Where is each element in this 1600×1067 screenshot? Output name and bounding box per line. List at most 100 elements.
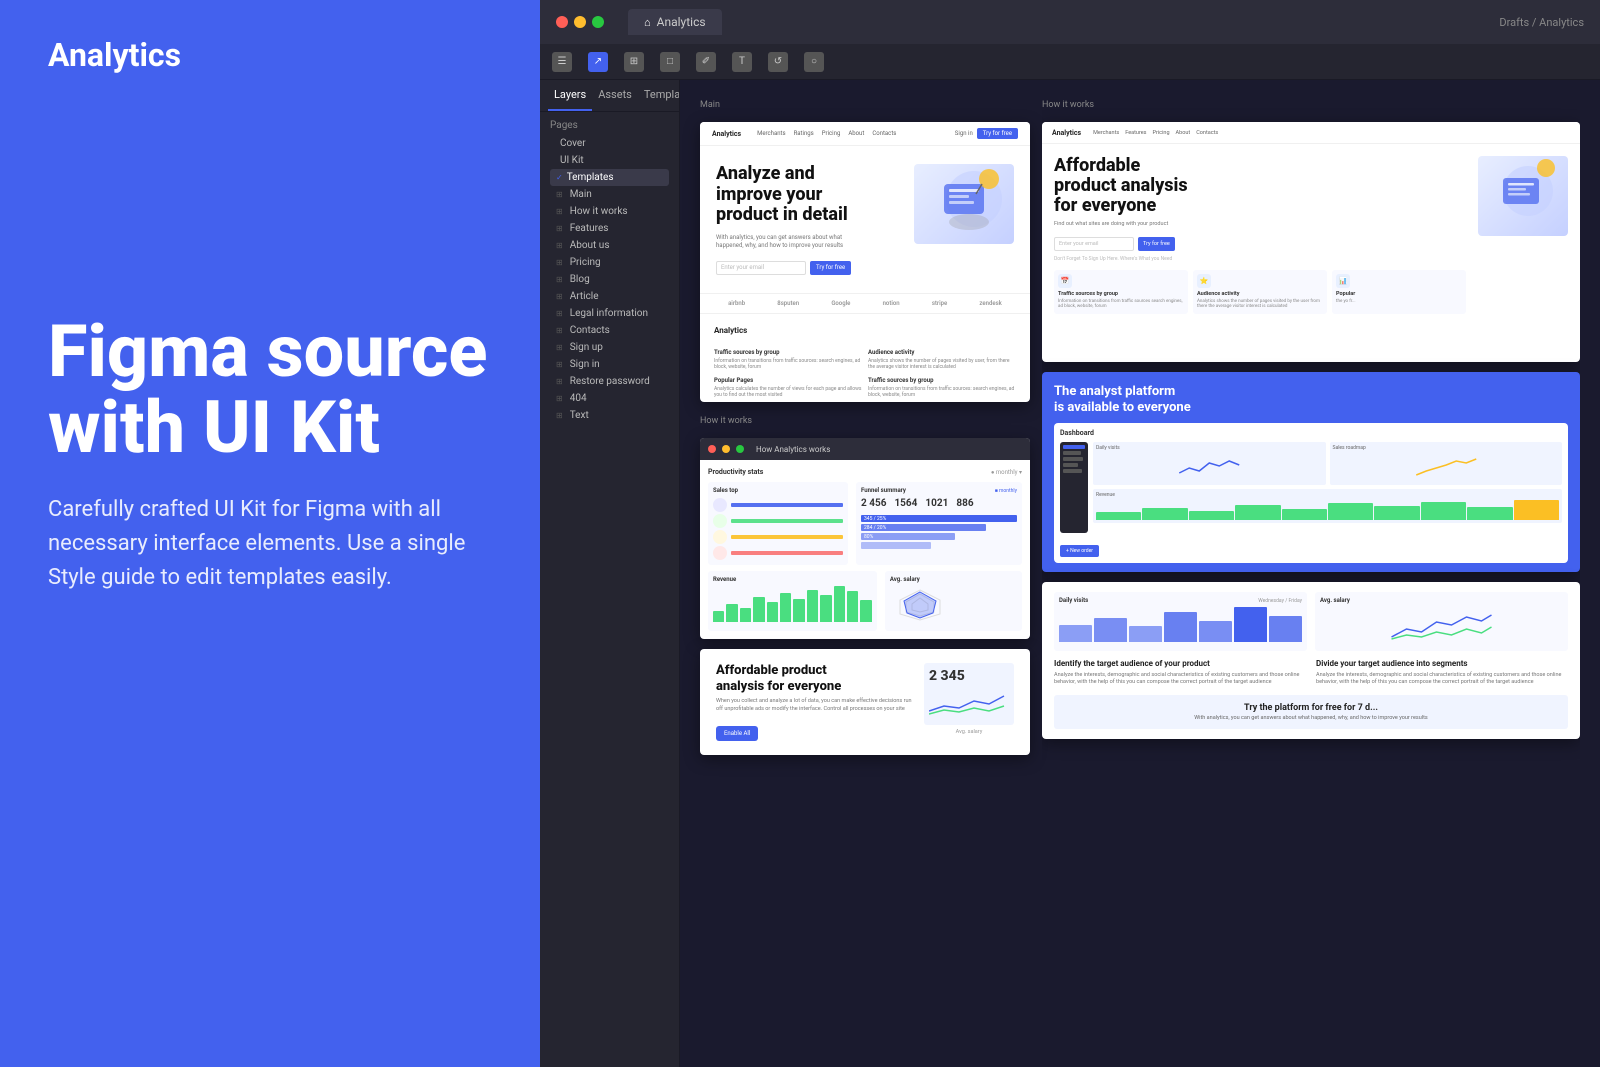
divide-segments-title: Divide your target audience into segment… xyxy=(1316,659,1568,669)
select-icon[interactable]: ↗ xyxy=(588,52,608,72)
tab-layers[interactable]: Layers xyxy=(548,80,592,111)
sidebar-item-signin[interactable]: ⊞Sign in xyxy=(550,356,669,373)
daily-visits-chart xyxy=(1096,453,1323,478)
sub-text: Carefully crafted UI Kit for Figma with … xyxy=(48,493,488,595)
minimize-dot[interactable] xyxy=(574,16,586,28)
sidebar-item-contacts[interactable]: ⊞Contacts xyxy=(550,322,669,339)
card1-title: Traffic sources by group xyxy=(1058,291,1184,297)
text-icon[interactable]: T xyxy=(732,52,752,72)
affordable-desc: When you collect and analyze a lot of da… xyxy=(716,698,914,713)
card2-title: Audience activity xyxy=(1197,291,1323,297)
figma-tab[interactable]: ⌂ Analytics xyxy=(628,9,722,35)
pages-section: Pages Cover UI Kit Templates ⊞Main ⊞How … xyxy=(540,112,679,428)
hero-text: Analyze andimprove yourproduct in detail… xyxy=(716,164,914,275)
daily-visits-range: Wednesday / Friday xyxy=(1258,598,1302,604)
mockup-nav-links: Merchants Ratings Pricing About Contacts xyxy=(757,130,896,137)
sales-chart xyxy=(1333,453,1560,478)
sidebar-item-templates[interactable]: Templates xyxy=(550,169,669,186)
figma-tab-label: Analytics xyxy=(657,15,706,29)
sidebar-item-signup[interactable]: ⊞Sign up xyxy=(550,339,669,356)
funnel-legend: ■ monthly xyxy=(995,488,1017,494)
tab-assets[interactable]: Assets xyxy=(592,80,638,111)
figma-tab-icon: ⌂ xyxy=(644,16,651,29)
side-hero-illustration xyxy=(1478,156,1568,236)
stat-2: 1564 xyxy=(894,498,917,509)
side-cta-btn[interactable]: Try for free xyxy=(1138,237,1175,251)
menu-icon[interactable]: ☰ xyxy=(552,52,572,72)
sidebar-item-404[interactable]: ⊞404 xyxy=(550,390,669,407)
affordable-btn[interactable]: Enable All xyxy=(716,726,758,741)
close-dot[interactable] xyxy=(556,16,568,28)
daily-visits-mini: Daily visits xyxy=(1096,445,1323,451)
frame-icon[interactable]: ⊞ xyxy=(624,52,644,72)
funnel-bar-1: 345 / 25% xyxy=(864,516,886,522)
date-range: ● monthly ▾ xyxy=(991,469,1022,476)
card3-title: Popular xyxy=(1336,291,1462,297)
nav-link-merchants: Merchants xyxy=(757,130,785,137)
nav-link-about: About xyxy=(848,130,864,137)
mockup-hero: Analyze andimprove yourproduct in detail… xyxy=(700,146,1030,293)
features-section: Analytics Traffic sources by group Infor… xyxy=(700,313,1030,402)
nav-link-ratings: Ratings xyxy=(794,130,814,137)
side-nav-links: Merchants Features Pricing About Contact… xyxy=(1093,130,1218,136)
brand-8sputen: 8sputen xyxy=(777,300,799,307)
avg-salary-title: Avg. salary xyxy=(890,576,1017,583)
platform-section: The analyst platformis available to ever… xyxy=(1042,372,1580,572)
side-nav-merchants: Merchants xyxy=(1093,130,1119,136)
pages-label: Pages xyxy=(550,120,669,131)
analytics-section-title: Analytics xyxy=(714,326,747,335)
side-nav-contacts: Contacts xyxy=(1196,130,1218,136)
hero-email-input[interactable]: Enter your email xyxy=(716,261,806,275)
side-terms: Don't Forget To Sign Up Here. Where's Wh… xyxy=(1054,256,1466,262)
productivity-title: Productivity stats xyxy=(708,468,763,476)
breadcrumb: Drafts / Analytics xyxy=(1499,16,1584,29)
side-bottom-section: Daily visits Wednesday / Friday xyxy=(1042,582,1580,739)
main-heading: Figma sourcewith UI Kit xyxy=(48,314,512,465)
sidebar-item-cover[interactable]: Cover xyxy=(550,135,669,152)
sidebar-item-features[interactable]: ⊞Features xyxy=(550,220,669,237)
funnel-bar-3: 80% xyxy=(864,534,873,540)
rotate-icon[interactable]: ↺ xyxy=(768,52,788,72)
sidebar-item-howitworks[interactable]: ⊞How it works xyxy=(550,203,669,220)
revenue-title: Revenue xyxy=(713,576,872,583)
sidebar-item-main[interactable]: ⊞Main xyxy=(550,186,669,203)
feature-traffic2-title: Traffic sources by group xyxy=(868,377,1016,384)
sidebar-item-pricing[interactable]: ⊞Pricing xyxy=(550,254,669,271)
sidebar-item-article[interactable]: ⊞Article xyxy=(550,288,669,305)
sidebar-item-restore[interactable]: ⊞Restore password xyxy=(550,373,669,390)
tab-templates[interactable]: Templates xyxy=(638,80,680,111)
side-hero-svg xyxy=(1478,156,1568,236)
side-nav-pricing: Pricing xyxy=(1153,130,1170,136)
hero-desc: With analytics, you can get answers abou… xyxy=(716,234,856,251)
side-top-mockup: Analytics Merchants Features Pricing Abo… xyxy=(1042,122,1580,362)
brand-stripe: stripe xyxy=(932,300,947,307)
sidebar-item-text[interactable]: ⊞Text xyxy=(550,407,669,424)
maximize-dot[interactable] xyxy=(592,16,604,28)
dashboard-title: How Analytics works xyxy=(756,445,830,454)
side-hero-desc: Find out what sites are doing with your … xyxy=(1054,221,1466,228)
comment-icon[interactable]: ○ xyxy=(804,52,824,72)
sidebar-item-uikit[interactable]: UI Kit xyxy=(550,152,669,169)
sidebar-item-blog[interactable]: ⊞Blog xyxy=(550,271,669,288)
pen-icon[interactable]: ✐ xyxy=(696,52,716,72)
sidebar-item-aboutus[interactable]: ⊞About us xyxy=(550,237,669,254)
nav-cta-btn[interactable]: Try for free xyxy=(977,128,1018,139)
main-preview-column: Main Analytics Merchants Ratings Pricing… xyxy=(700,100,1030,1047)
hero-cta-button[interactable]: Try for free xyxy=(810,261,851,275)
new-order-btn[interactable]: + New order xyxy=(1060,545,1099,557)
nav-link-contacts: Contacts xyxy=(872,130,896,137)
card2-desc: Analytics shows the number of pages visi… xyxy=(1197,299,1323,311)
side-email-input[interactable]: Enter your email xyxy=(1054,237,1134,251)
hero-svg xyxy=(914,164,1014,244)
nav-signin-link: Sign in xyxy=(955,130,973,137)
figma-canvas: Main Analytics Merchants Ratings Pricing… xyxy=(680,80,1600,1067)
platform-heading: The analyst platformis available to ever… xyxy=(1054,384,1568,415)
side-nav: Analytics Merchants Features Pricing Abo… xyxy=(1042,122,1580,144)
main-page-mockup: Analytics Merchants Ratings Pricing Abou… xyxy=(700,122,1030,402)
mockup-nav-logo: Analytics xyxy=(712,130,741,138)
side-preview-column: How it works Analytics Merchants Feature… xyxy=(1042,100,1580,1047)
shape-icon[interactable]: □ xyxy=(660,52,680,72)
sidebar-item-legal[interactable]: ⊞Legal information xyxy=(550,305,669,322)
feature-traffic: Traffic sources by group Information on … xyxy=(714,349,862,371)
brand-airbnb: airbnb xyxy=(728,300,745,307)
